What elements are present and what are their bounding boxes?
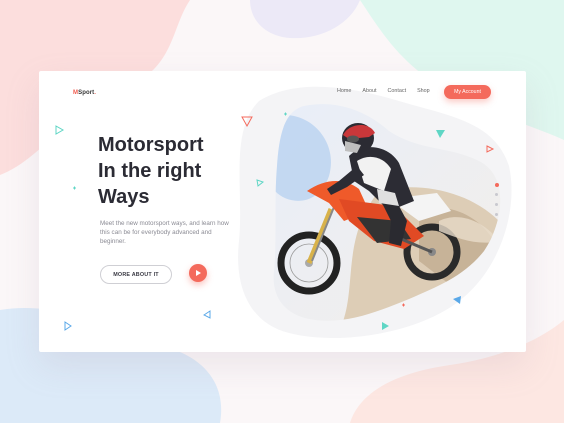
- deco-triangle-1: [55, 125, 65, 135]
- nav-item-contact[interactable]: Contact: [387, 88, 406, 94]
- brand-logo[interactable]: MSport.: [73, 90, 96, 96]
- slider-dot-1[interactable]: [494, 183, 499, 187]
- headline-line-3: Ways: [98, 186, 150, 208]
- nav-item-shop[interactable]: Shop: [417, 88, 430, 94]
- deco-triangle-8: [64, 321, 72, 331]
- hero-illustration: [55, 86, 512, 338]
- nav-item-home[interactable]: Home: [337, 88, 351, 94]
- play-icon[interactable]: [189, 264, 207, 282]
- slider-dot-2[interactable]: [495, 193, 498, 196]
- slider-dot-4[interactable]: [495, 213, 498, 216]
- blob-lavender: [250, 0, 360, 39]
- main-nav: Home About Contact Shop: [337, 88, 441, 94]
- more-about-button[interactable]: MORE ABOUT IT: [100, 265, 172, 284]
- slider-dot-3[interactable]: [495, 203, 498, 206]
- headline-line-2: In the right: [98, 160, 202, 182]
- deco-triangle-9: [203, 310, 211, 319]
- deco-plus-2: [73, 186, 76, 190]
- headline-line-1: Motorsport: [98, 134, 204, 156]
- my-account-button[interactable]: My Account: [444, 85, 491, 99]
- nav-item-about[interactable]: About: [362, 88, 376, 94]
- landing-card: MSport. Home About Contact Shop My Accou…: [39, 71, 526, 352]
- hero-description: Meet the new motorsport ways, and learn …: [100, 220, 229, 246]
- hero-headline: Motorsport In the right Ways: [98, 132, 248, 210]
